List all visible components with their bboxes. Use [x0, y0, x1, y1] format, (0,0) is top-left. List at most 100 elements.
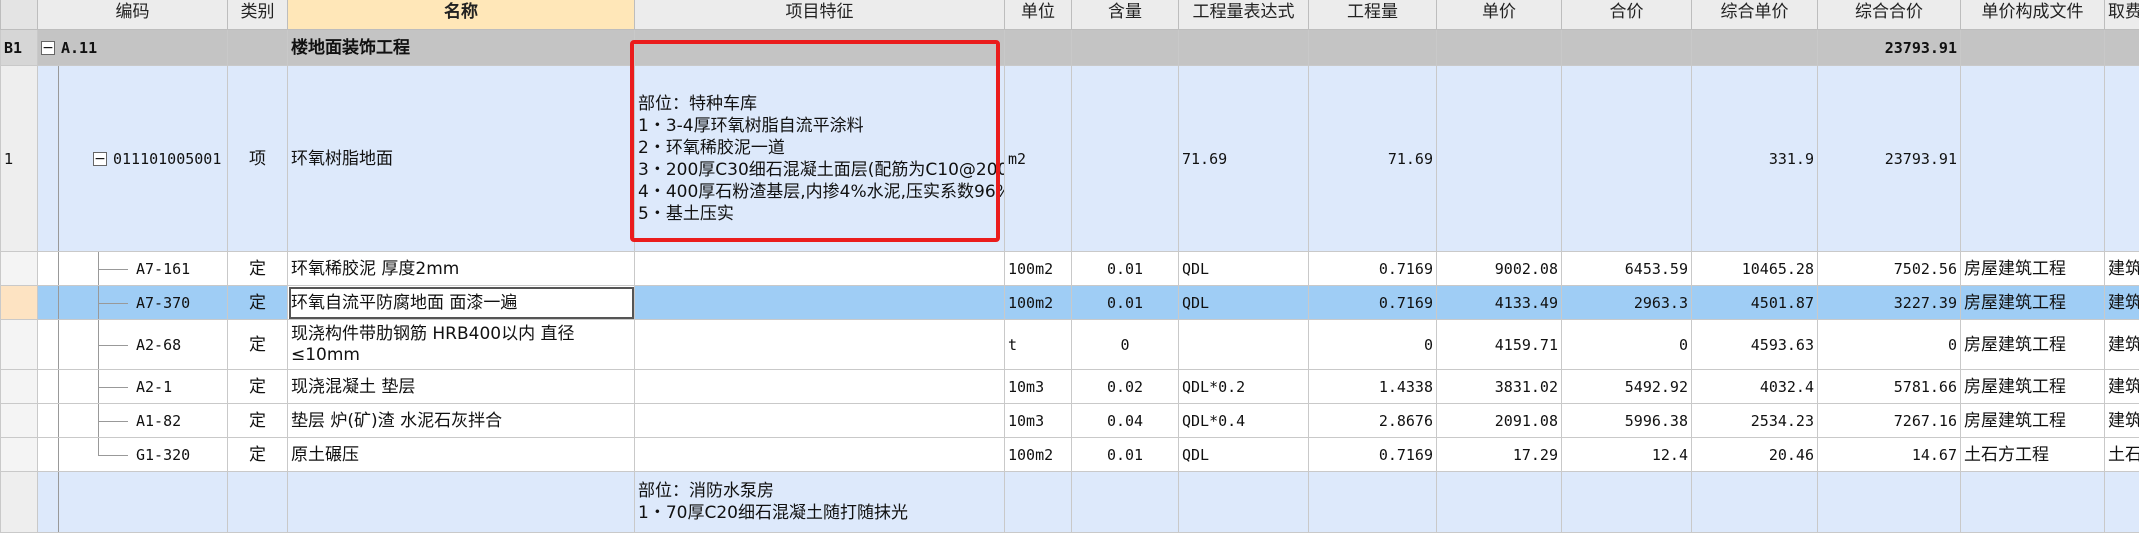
section-row[interactable]: B1 −A.11 楼地面装饰工程 23793.91 — [1, 30, 2139, 66]
sub-item-content[interactable]: 0.04 — [1072, 404, 1179, 438]
next-item-unit-price[interactable] — [1437, 472, 1562, 533]
next-item-qty[interactable] — [1309, 472, 1437, 533]
section-total[interactable] — [1562, 30, 1692, 66]
sub-item-features[interactable] — [635, 438, 1005, 472]
sub-item-category[interactable]: 定 — [228, 370, 288, 404]
sub-item-comp-unit-price[interactable]: 4593.63 — [1692, 320, 1818, 370]
sub-item-content[interactable]: 0.01 — [1072, 252, 1179, 286]
item-fee-major[interactable] — [2105, 66, 2139, 252]
row-label[interactable] — [1, 438, 38, 472]
next-item-content[interactable] — [1072, 472, 1179, 533]
next-item-qty-expr[interactable] — [1179, 472, 1309, 533]
next-item-total[interactable] — [1562, 472, 1692, 533]
sub-item-row[interactable]: A2-1定现浇混凝土 垫层10m30.02QDL*0.21.43383831.0… — [1, 370, 2139, 404]
row-label[interactable]: 1 — [1, 66, 38, 252]
sub-item-qty[interactable]: 2.8676 — [1309, 404, 1437, 438]
sub-item-qty-expr[interactable]: QDL*0.4 — [1179, 404, 1309, 438]
next-item-code-cell[interactable] — [38, 472, 228, 533]
sub-item-features[interactable] — [635, 252, 1005, 286]
sub-item-unit-comp-file[interactable]: 土石方工程 — [1961, 438, 2105, 472]
sub-item-name[interactable]: 环氧稀胶泥 厚度2mm — [288, 252, 635, 286]
sub-item-comp-total[interactable]: 3227.39 — [1818, 286, 1961, 320]
sub-item-name[interactable]: 垫层 炉(矿)渣 水泥石灰拌合 — [288, 404, 635, 438]
sub-item-unit-price[interactable]: 2091.08 — [1437, 404, 1562, 438]
sub-item-qty-expr[interactable]: QDL — [1179, 438, 1309, 472]
sub-item-unit-price[interactable]: 9002.08 — [1437, 252, 1562, 286]
item-total[interactable] — [1562, 66, 1692, 252]
sub-item-qty[interactable]: 0 — [1309, 320, 1437, 370]
sub-item-row[interactable]: A7-161定环氧稀胶泥 厚度2mm100m20.01QDL0.71699002… — [1, 252, 2139, 286]
sub-item-category[interactable]: 定 — [228, 438, 288, 472]
item-qty[interactable]: 71.69 — [1309, 66, 1437, 252]
sub-item-total[interactable]: 5996.38 — [1562, 404, 1692, 438]
row-label[interactable]: B1 — [1, 30, 38, 66]
sub-item-comp-unit-price[interactable]: 4501.87 — [1692, 286, 1818, 320]
sub-item-unit[interactable]: 100m2 — [1005, 438, 1072, 472]
section-comp-total[interactable]: 23793.91 — [1818, 30, 1961, 66]
section-comp-unit-price[interactable] — [1692, 30, 1818, 66]
section-content[interactable] — [1072, 30, 1179, 66]
sub-item-name[interactable]: 原土碾压 — [288, 438, 635, 472]
section-unit-price[interactable] — [1437, 30, 1562, 66]
sub-item-name[interactable]: 现浇构件带肋钢筋 HRB400以内 直径≤10mm — [288, 320, 635, 370]
sub-item-content[interactable]: 0.01 — [1072, 438, 1179, 472]
section-code-cell[interactable]: −A.11 — [38, 30, 228, 66]
header-comp-total[interactable]: 综合合价 — [1818, 0, 1961, 30]
sub-item-fee-major[interactable]: 建筑工程 — [2105, 320, 2139, 370]
sub-item-comp-unit-price[interactable]: 20.46 — [1692, 438, 1818, 472]
sub-item-total[interactable]: 12.4 — [1562, 438, 1692, 472]
row-label[interactable] — [1, 472, 38, 533]
next-item-comp-unit-price[interactable] — [1692, 472, 1818, 533]
section-category[interactable] — [228, 30, 288, 66]
sub-item-unit-price[interactable]: 17.29 — [1437, 438, 1562, 472]
sub-item-unit-comp-file[interactable]: 房屋建筑工程 — [1961, 286, 2105, 320]
section-features[interactable] — [635, 30, 1005, 66]
header-qty-expr[interactable]: 工程量表达式 — [1179, 0, 1309, 30]
next-item-unit-comp-file[interactable] — [1961, 472, 2105, 533]
sub-item-row[interactable]: A2-68定现浇构件带肋钢筋 HRB400以内 直径≤10mmt004159.7… — [1, 320, 2139, 370]
header-category[interactable]: 类别 — [228, 0, 288, 30]
header-unit[interactable]: 单位 — [1005, 0, 1072, 30]
header-comp-unit-price[interactable]: 综合单价 — [1692, 0, 1818, 30]
sub-item-unit[interactable]: 10m3 — [1005, 404, 1072, 438]
item-unit-price[interactable] — [1437, 66, 1562, 252]
sub-item-features[interactable] — [635, 370, 1005, 404]
sub-item-category[interactable]: 定 — [228, 404, 288, 438]
next-item-unit[interactable] — [1005, 472, 1072, 533]
header-unit-price[interactable]: 单价 — [1437, 0, 1562, 30]
sub-item-row[interactable]: G1-320定原土碾压100m20.01QDL0.716917.2912.420… — [1, 438, 2139, 472]
next-item-fee-major[interactable] — [2105, 472, 2139, 533]
item-content[interactable] — [1072, 66, 1179, 252]
sub-item-content[interactable]: 0.01 — [1072, 286, 1179, 320]
sub-item-code-cell[interactable]: A2-68 — [38, 320, 228, 370]
sub-item-code-cell[interactable]: A7-370 — [38, 286, 228, 320]
sub-item-comp-total[interactable]: 7502.56 — [1818, 252, 1961, 286]
section-unit[interactable] — [1005, 30, 1072, 66]
sub-item-unit-price[interactable]: 3831.02 — [1437, 370, 1562, 404]
sub-item-content[interactable]: 0.02 — [1072, 370, 1179, 404]
section-name[interactable]: 楼地面装饰工程 — [288, 30, 635, 66]
sub-item-fee-major[interactable]: 建筑工程 — [2105, 286, 2139, 320]
section-qty-expr[interactable] — [1179, 30, 1309, 66]
sub-item-unit-comp-file[interactable]: 房屋建筑工程 — [1961, 252, 2105, 286]
item-code-cell[interactable]: −011101005001 — [38, 66, 228, 252]
sub-item-code-cell[interactable]: A2-1 — [38, 370, 228, 404]
sub-item-row[interactable]: A1-82定垫层 炉(矿)渣 水泥石灰拌合10m30.04QDL*0.42.86… — [1, 404, 2139, 438]
sub-item-features[interactable] — [635, 286, 1005, 320]
item-comp-unit-price[interactable]: 331.9 — [1692, 66, 1818, 252]
sub-item-name[interactable]: 环氧自流平防腐地面 面漆一遍 — [288, 286, 635, 320]
sub-item-content[interactable]: 0 — [1072, 320, 1179, 370]
row-label[interactable] — [1, 320, 38, 370]
header-name[interactable]: 名称 — [288, 0, 635, 30]
sub-item-unit[interactable]: t — [1005, 320, 1072, 370]
sub-item-total[interactable]: 6453.59 — [1562, 252, 1692, 286]
collapse-icon[interactable]: − — [93, 152, 107, 166]
item-row[interactable]: 1 −011101005001 项 环氧树脂地面 部位：特种车库 1・3-4厚环… — [1, 66, 2139, 252]
sub-item-total[interactable]: 2963.3 — [1562, 286, 1692, 320]
header-total[interactable]: 合价 — [1562, 0, 1692, 30]
header-features[interactable]: 项目特征 — [635, 0, 1005, 30]
header-corner[interactable] — [1, 0, 38, 30]
item-category[interactable]: 项 — [228, 66, 288, 252]
section-qty[interactable] — [1309, 30, 1437, 66]
sub-item-fee-major[interactable]: 建筑工程 — [2105, 404, 2139, 438]
